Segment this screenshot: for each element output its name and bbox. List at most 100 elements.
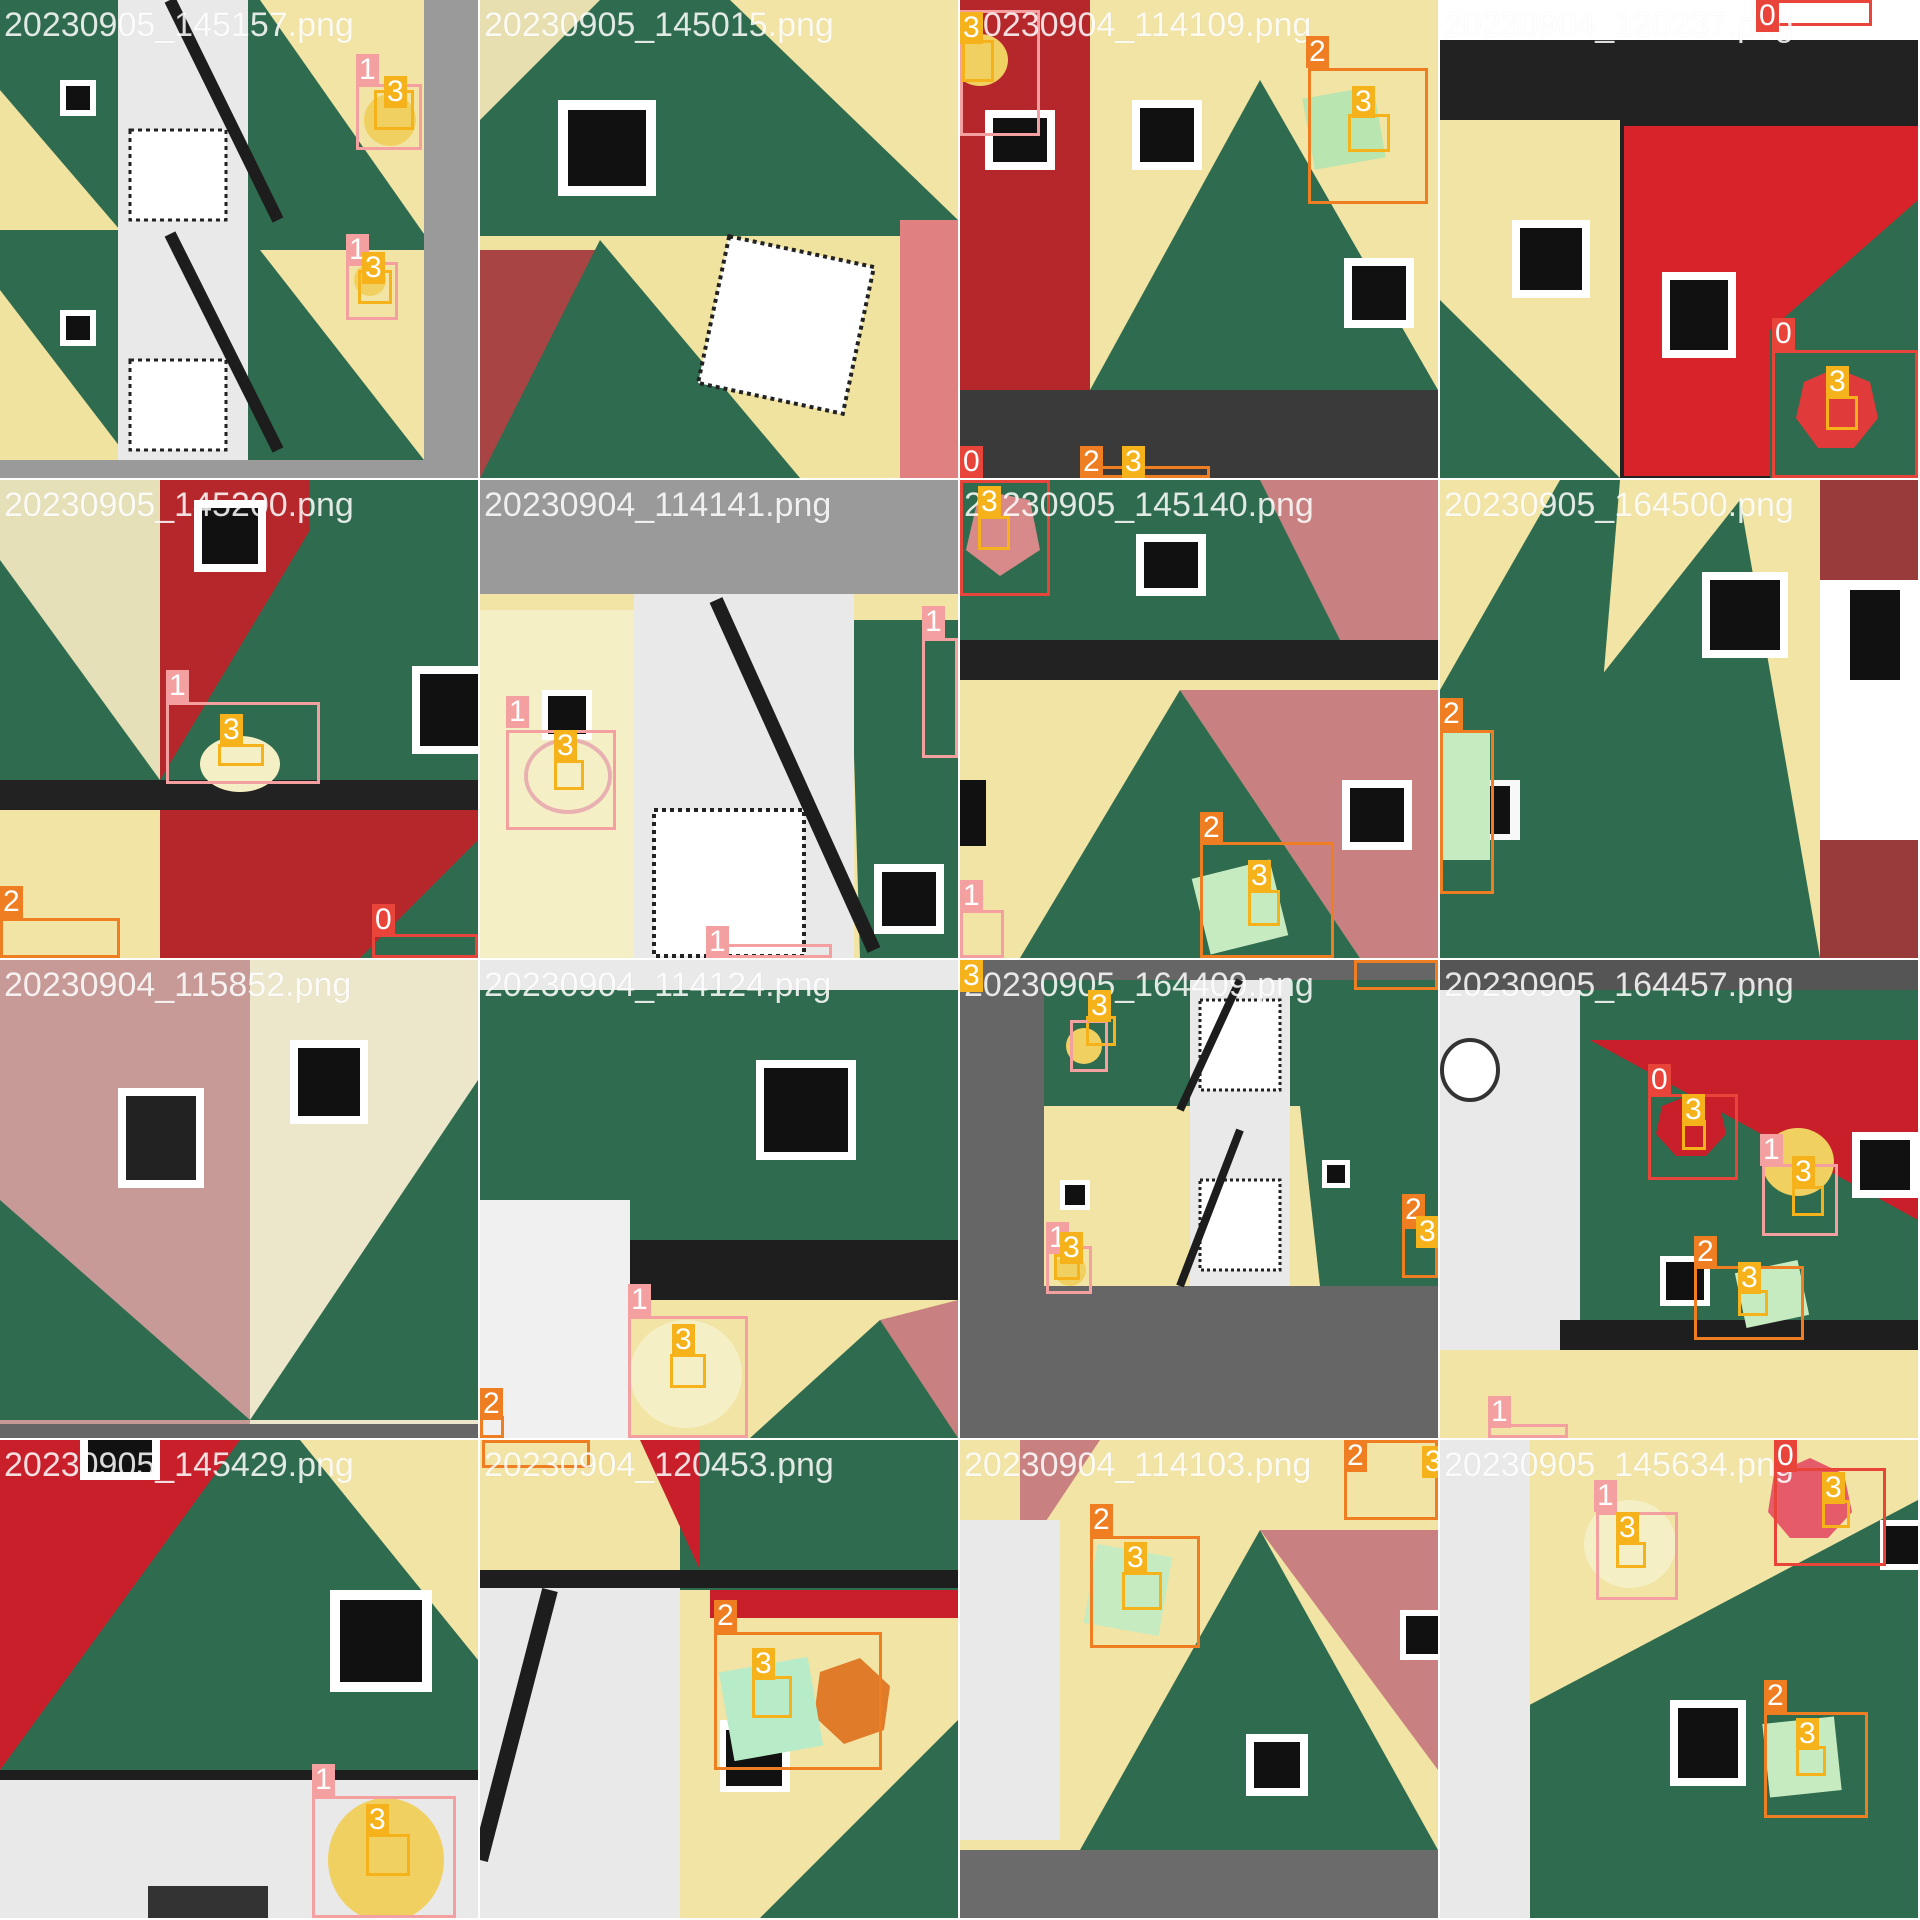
detection-box-class-3 bbox=[752, 1676, 792, 1718]
tile-14: 20230904_120453.png 2 3 bbox=[480, 1440, 958, 1918]
detection-box-class-3 bbox=[1616, 1542, 1646, 1568]
class-label: 2 bbox=[1440, 698, 1463, 730]
scene-image bbox=[480, 0, 958, 478]
scene-image bbox=[0, 0, 478, 478]
class-label: 2 bbox=[1694, 1236, 1717, 1268]
tile-filename: 20230904_114141.png bbox=[484, 486, 832, 524]
class-label: 3 bbox=[1826, 366, 1849, 398]
tile-filename: 20230905_145015.png bbox=[484, 6, 834, 44]
detection-box-class-2 bbox=[0, 918, 120, 958]
class-label: 1 bbox=[960, 880, 983, 912]
class-label: 3 bbox=[752, 1648, 775, 1680]
class-label: 1 bbox=[1760, 1134, 1783, 1166]
class-label: 3 bbox=[362, 252, 385, 284]
class-label: 0 bbox=[1772, 318, 1795, 350]
tile-16: 20230905_145634.png 0 3 1 3 2 3 bbox=[1440, 1440, 1918, 1918]
detection-box-class-2 bbox=[1354, 960, 1438, 990]
tile-2: 20230905_145015.png bbox=[480, 0, 958, 478]
class-label: 1 bbox=[1488, 1396, 1511, 1428]
tile-filename: 20230905_164409.png bbox=[964, 966, 1314, 1004]
class-label: 3 bbox=[1122, 446, 1145, 478]
tile-15: 20230904_114103.png 2 2 3 3 bbox=[960, 1440, 1438, 1918]
tile-8: 20230905_164500.png 2 bbox=[1440, 480, 1918, 958]
class-label: 2 bbox=[1764, 1680, 1787, 1712]
tile-filename: 20230905_145140.png bbox=[964, 486, 1314, 524]
tile-11: 20230905_164409.png 3 1 3 2 3 2 3 bbox=[960, 960, 1438, 1438]
tile-filename: 20230904_114109.png bbox=[964, 6, 1312, 44]
class-label: 3 bbox=[1248, 860, 1271, 892]
class-label: 0 bbox=[1756, 0, 1779, 32]
class-label: 3 bbox=[1124, 1542, 1147, 1574]
detection-box-class-1 bbox=[166, 702, 320, 784]
class-label: 2 bbox=[1090, 1504, 1113, 1536]
scene-image bbox=[0, 960, 478, 1438]
class-label: 3 bbox=[1682, 1094, 1705, 1126]
class-label: 2 bbox=[1344, 1440, 1367, 1472]
detection-box-class-3 bbox=[1796, 1746, 1826, 1776]
tile-filename: 20230905_164457.png bbox=[1444, 966, 1794, 1004]
class-label: 1 bbox=[922, 606, 945, 638]
class-label: 3 bbox=[384, 76, 407, 108]
class-label: 1 bbox=[356, 54, 379, 86]
class-label: 3 bbox=[1792, 1156, 1815, 1188]
tile-9: 20230904_115852.png bbox=[0, 960, 478, 1438]
tile-6: 20230904_114141.png 1 3 1 1 bbox=[480, 480, 958, 958]
class-label: 1 bbox=[1594, 1480, 1617, 1512]
class-label: 3 bbox=[1616, 1512, 1639, 1544]
tile-filename: 20230904_120453.png bbox=[484, 1446, 834, 1484]
detection-box-class-0 bbox=[372, 934, 478, 958]
class-label: 0 bbox=[960, 446, 983, 478]
tile-13: 20230905_145429.png 1 3 bbox=[0, 1440, 478, 1918]
detection-box-class-2 bbox=[1440, 730, 1494, 894]
class-label: 2 bbox=[1080, 446, 1103, 478]
class-label: 3 bbox=[978, 486, 1001, 518]
class-label: 3 bbox=[220, 714, 243, 746]
class-label: 0 bbox=[372, 904, 395, 936]
tile-filename: 20230905_145634.png bbox=[1444, 1446, 1794, 1484]
training-batch-mosaic: 20230905_145157.png 1 3 1 3 20230905_145… bbox=[0, 0, 1920, 1920]
class-label: 3 bbox=[1060, 1232, 1083, 1264]
tile-filename: 20230905_164500.png bbox=[1444, 486, 1794, 524]
detection-box-class-3 bbox=[1822, 1500, 1850, 1528]
class-label: 1 bbox=[312, 1764, 335, 1796]
tile-filename: 20230904_120237.png bbox=[1444, 6, 1794, 44]
detection-box-class-3 bbox=[670, 1354, 706, 1388]
class-label: 3 bbox=[1738, 1262, 1761, 1294]
tile-filename: 20230905_145200.png bbox=[4, 486, 354, 524]
class-label: 3 bbox=[960, 12, 983, 44]
class-label: 2 bbox=[1306, 36, 1329, 68]
class-label: 3 bbox=[554, 730, 577, 762]
class-label: 1 bbox=[166, 670, 189, 702]
detection-box-class-3 bbox=[1826, 396, 1858, 430]
class-label: 3 bbox=[366, 1804, 389, 1836]
tile-filename: 20230904_114124.png bbox=[484, 966, 832, 1004]
tile-filename: 20230905_145429.png bbox=[4, 1446, 354, 1484]
tile-12: 20230905_164457.png 0 3 1 3 2 3 1 bbox=[1440, 960, 1918, 1438]
detection-box-class-1 bbox=[960, 910, 1004, 958]
detection-box-class-3 bbox=[1792, 1186, 1824, 1216]
tile-5: 20230905_145200.png 1 3 2 0 bbox=[0, 480, 478, 958]
class-label: 3 bbox=[960, 960, 983, 992]
class-label: 3 bbox=[1088, 990, 1111, 1022]
scene-image bbox=[1440, 960, 1918, 1438]
tile-1: 20230905_145157.png 1 3 1 3 bbox=[0, 0, 478, 478]
scene-image bbox=[1440, 480, 1918, 958]
class-label: 3 bbox=[1796, 1718, 1819, 1750]
detection-box-class-2 bbox=[714, 1632, 882, 1770]
tile-filename: 20230904_114103.png bbox=[964, 1446, 1312, 1484]
detection-box-class-3 bbox=[1348, 114, 1390, 152]
class-label: 3 bbox=[1352, 86, 1375, 118]
class-label: 0 bbox=[1648, 1064, 1671, 1096]
class-label: 3 bbox=[1416, 1216, 1438, 1248]
class-label: 2 bbox=[480, 1388, 503, 1420]
tile-10: 20230904_114124.png 1 3 2 bbox=[480, 960, 958, 1438]
detection-box-class-3 bbox=[218, 744, 264, 766]
class-label: 2 bbox=[1200, 812, 1223, 844]
class-label: 1 bbox=[628, 1284, 651, 1316]
scene-image bbox=[960, 960, 1438, 1438]
class-label: 2 bbox=[714, 1600, 737, 1632]
class-label: 3 bbox=[1422, 1446, 1438, 1478]
tile-filename: 20230905_145157.png bbox=[4, 6, 354, 44]
tile-7: 20230905_145140.png 3 2 3 1 bbox=[960, 480, 1438, 958]
detection-box-class-3 bbox=[962, 40, 994, 82]
